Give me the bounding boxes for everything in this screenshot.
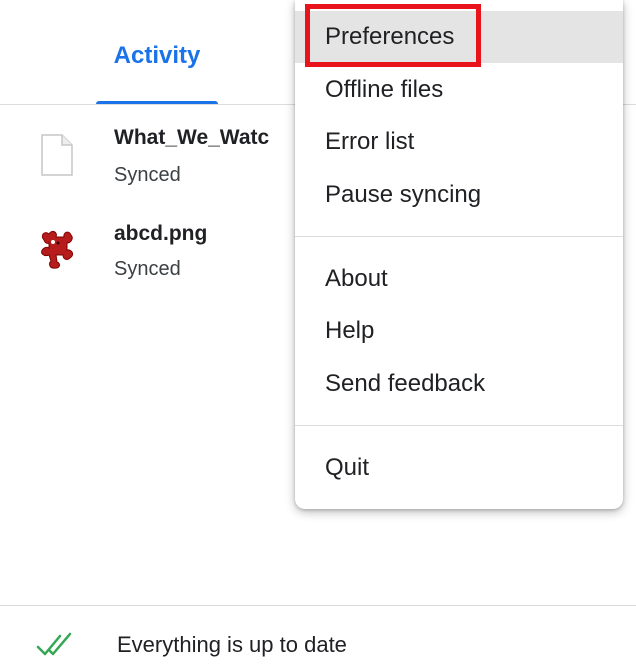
footer-divider [0,605,636,606]
menu-item-label: Send feedback [325,370,486,397]
menu-item-label: Offline files [325,76,444,103]
tab-activity[interactable]: Activity [96,30,218,104]
menu-item-label: Pause syncing [325,181,482,208]
file-name: abcd.png [114,222,208,245]
image-viewer-puzzle-icon [36,226,78,272]
double-check-icon [36,630,78,658]
menu-item-label: Help [325,317,375,344]
menu-item-send-feedback[interactable]: Send feedback [295,358,623,410]
menu-item-label: Quit [325,454,370,481]
file-status: Synced [114,164,181,186]
menu-item-help[interactable]: Help [295,305,623,357]
blank-document-icon [36,132,78,178]
file-name: What_We_Watc [114,126,270,149]
list-item[interactable]: abcd.png Synced [0,218,300,280]
preferences-highlight-box [305,4,481,67]
tab-activity-label: Activity [113,42,201,69]
sync-status-text: Everything is up to date [117,632,347,657]
file-status: Synced [114,258,181,280]
menu-item-offline-files[interactable]: Offline files [295,64,623,116]
menu-item-label: About [325,265,388,292]
list-item[interactable]: What_We_Watc Synced [0,120,300,186]
menu-divider [295,425,623,426]
menu-divider [295,236,623,237]
menu-item-about[interactable]: About [295,253,623,305]
menu-item-pause-syncing[interactable]: Pause syncing [295,169,623,221]
menu-item-error-list[interactable]: Error list [295,116,623,168]
settings-dropdown-menu: Preferences Offline files Error list Pau… [295,0,623,509]
menu-item-quit[interactable]: Quit [295,442,623,494]
menu-item-label: Error list [325,128,415,155]
